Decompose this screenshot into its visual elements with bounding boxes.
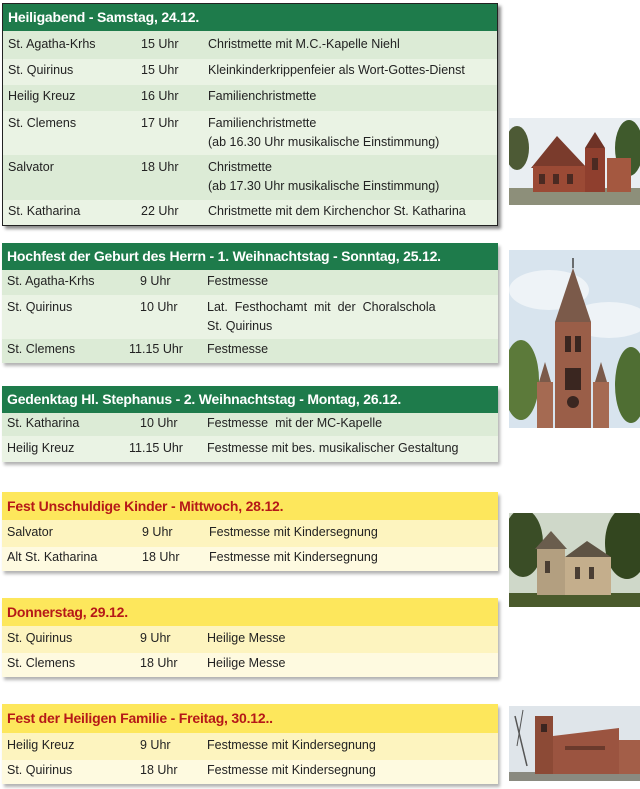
row-event: Heilige Messe: [207, 656, 286, 670]
schedule-row: St. Quirinus 9 Uhr Heilige Messe: [2, 626, 498, 653]
row-event-note: (ab 16.30 Uhr musikalische Einstimmung): [208, 135, 440, 149]
row-time: 15 Uhr: [141, 63, 179, 77]
row-time: 15 Uhr: [141, 37, 179, 51]
row-event: Familienchristmette: [208, 89, 317, 103]
schedule-donnerstag: Donnerstag, 29.12. St. Quirinus 9 Uhr He…: [2, 598, 498, 677]
row-event-note: St. Quirinus: [207, 319, 273, 333]
row-event: Christmette mit dem Kirchenchor St. Kath…: [208, 204, 466, 218]
row-event: Festmesse mit Kindersegnung: [207, 738, 376, 752]
row-event: Festmesse: [207, 274, 269, 288]
row-event: Festmesse mit der MC-Kapelle: [207, 416, 383, 430]
schedule-row: St. Agatha-Krhs 9 Uhr Festmesse: [2, 270, 498, 295]
row-place: Alt St. Katharina: [7, 550, 98, 564]
row-place: St. Agatha-Krhs: [7, 274, 95, 288]
schedule-row: St. Katharina 22 Uhr Christmette mit dem…: [3, 200, 497, 225]
section-title: Fest der Heiligen Familie - Freitag, 30.…: [2, 704, 498, 733]
schedule-row: St. Clemens 11.15 Uhr Festmesse: [2, 339, 498, 363]
church-photo-modern: [509, 706, 640, 781]
row-time: 18 Uhr: [141, 160, 179, 174]
row-time: 17 Uhr: [141, 116, 179, 130]
schedule-weihnachtstag-2: Gedenktag Hl. Stephanus - 2. Weihnachtst…: [2, 386, 498, 462]
row-time: 18 Uhr: [140, 656, 178, 670]
row-place: St. Agatha-Krhs: [8, 37, 96, 51]
row-event: Festmesse mit bes. musikalischer Gestalt…: [207, 441, 459, 455]
section-title: Hochfest der Geburt des Herrn - 1. Weihn…: [2, 243, 498, 270]
row-event: Festmesse: [207, 342, 269, 356]
row-place: Heilig Kreuz: [7, 738, 75, 752]
row-place: St. Quirinus: [7, 631, 73, 645]
row-event: Familienchristmette: [208, 116, 317, 130]
row-event: Christmette mit M.C.-Kapelle Niehl: [208, 37, 400, 51]
church-photo-stone: [509, 513, 640, 607]
section-title: Heiligabend - Samstag, 24.12.: [3, 4, 497, 31]
schedule-row: St. Katharina 10 Uhr Festmesse mit der M…: [2, 413, 498, 436]
row-place: Salvator: [7, 525, 53, 539]
schedule-row: St. Agatha-Krhs 15 Uhr Christmette mit M…: [3, 31, 497, 59]
schedule-weihnachtstag-1: Hochfest der Geburt des Herrn - 1. Weihn…: [2, 243, 498, 363]
row-time: 9 Uhr: [140, 631, 171, 645]
row-place: St. Katharina: [7, 416, 80, 430]
row-event: Christmette: [208, 160, 272, 174]
section-title: Donnerstag, 29.12.: [2, 598, 498, 626]
church-photo-brick: [509, 118, 640, 205]
row-time: 11.15 Uhr: [129, 441, 183, 455]
row-time: 10 Uhr: [140, 416, 178, 430]
section-title: Gedenktag Hl. Stephanus - 2. Weihnachtst…: [2, 386, 498, 413]
row-event: Festmesse mit Kindersegnung: [209, 550, 378, 564]
schedule-row: St. Clemens 17 Uhr Familienchristmette (…: [3, 111, 497, 155]
schedule-row: St. Clemens 18 Uhr Heilige Messe: [2, 653, 498, 677]
row-place: St. Clemens: [7, 656, 76, 670]
row-time: 11.15 Uhr: [129, 342, 183, 356]
row-time: 9 Uhr: [142, 525, 173, 539]
row-place: St. Quirinus: [8, 63, 74, 77]
row-event: Festmesse mit Kindersegnung: [209, 525, 378, 539]
row-event-note: (ab 17.30 Uhr musikalische Einstimmung): [208, 179, 440, 193]
row-time: 16 Uhr: [141, 89, 179, 103]
row-time: 18 Uhr: [142, 550, 180, 564]
row-time: 18 Uhr: [140, 763, 178, 777]
row-event: Festmesse mit Kindersegnung: [207, 763, 376, 777]
schedule-row: St. Quirinus 18 Uhr Festmesse mit Kinder…: [2, 760, 498, 784]
row-place: St. Katharina: [8, 204, 81, 218]
row-place: Heilig Kreuz: [7, 441, 75, 455]
row-place: Salvator: [8, 160, 54, 174]
row-place: Heilig Kreuz: [8, 89, 76, 103]
row-time: 10 Uhr: [140, 300, 178, 314]
section-title: Fest Unschuldige Kinder - Mittwoch, 28.1…: [2, 492, 498, 520]
schedule-heilige-familie: Fest der Heiligen Familie - Freitag, 30.…: [2, 704, 498, 784]
row-time: 9 Uhr: [140, 738, 171, 752]
schedule-row: St. Quirinus 10 Uhr Lat. Festhochamt mit…: [2, 295, 498, 339]
schedule-row: Heilig Kreuz 9 Uhr Festmesse mit Kinders…: [2, 733, 498, 760]
row-event: Lat. Festhochamt mit der Choralschola: [207, 300, 436, 314]
row-place: St. Quirinus: [7, 300, 73, 314]
schedule-row: Salvator 9 Uhr Festmesse mit Kindersegnu…: [2, 520, 498, 547]
schedule-row: Alt St. Katharina 18 Uhr Festmesse mit K…: [2, 547, 498, 571]
schedule-row: Salvator 18 Uhr Christmette (ab 17.30 Uh…: [3, 155, 497, 200]
row-time: 22 Uhr: [141, 204, 179, 218]
row-event: Kleinkinderkrippenfeier als Wort-Gottes-…: [208, 63, 465, 77]
row-place: St. Clemens: [8, 116, 77, 130]
row-place: St. Clemens: [7, 342, 76, 356]
row-event: Heilige Messe: [207, 631, 286, 645]
schedule-heiligabend: Heiligabend - Samstag, 24.12. St. Agatha…: [2, 3, 498, 226]
row-place: St. Quirinus: [7, 763, 73, 777]
schedule-row: Heilig Kreuz 16 Uhr Familienchristmette: [3, 85, 497, 111]
schedule-unschuldige-kinder: Fest Unschuldige Kinder - Mittwoch, 28.1…: [2, 492, 498, 571]
church-photo-tower: [509, 250, 640, 428]
schedule-row: St. Quirinus 15 Uhr Kleinkinderkrippenfe…: [3, 59, 497, 85]
schedule-row: Heilig Kreuz 11.15 Uhr Festmesse mit bes…: [2, 436, 498, 462]
row-time: 9 Uhr: [140, 274, 171, 288]
